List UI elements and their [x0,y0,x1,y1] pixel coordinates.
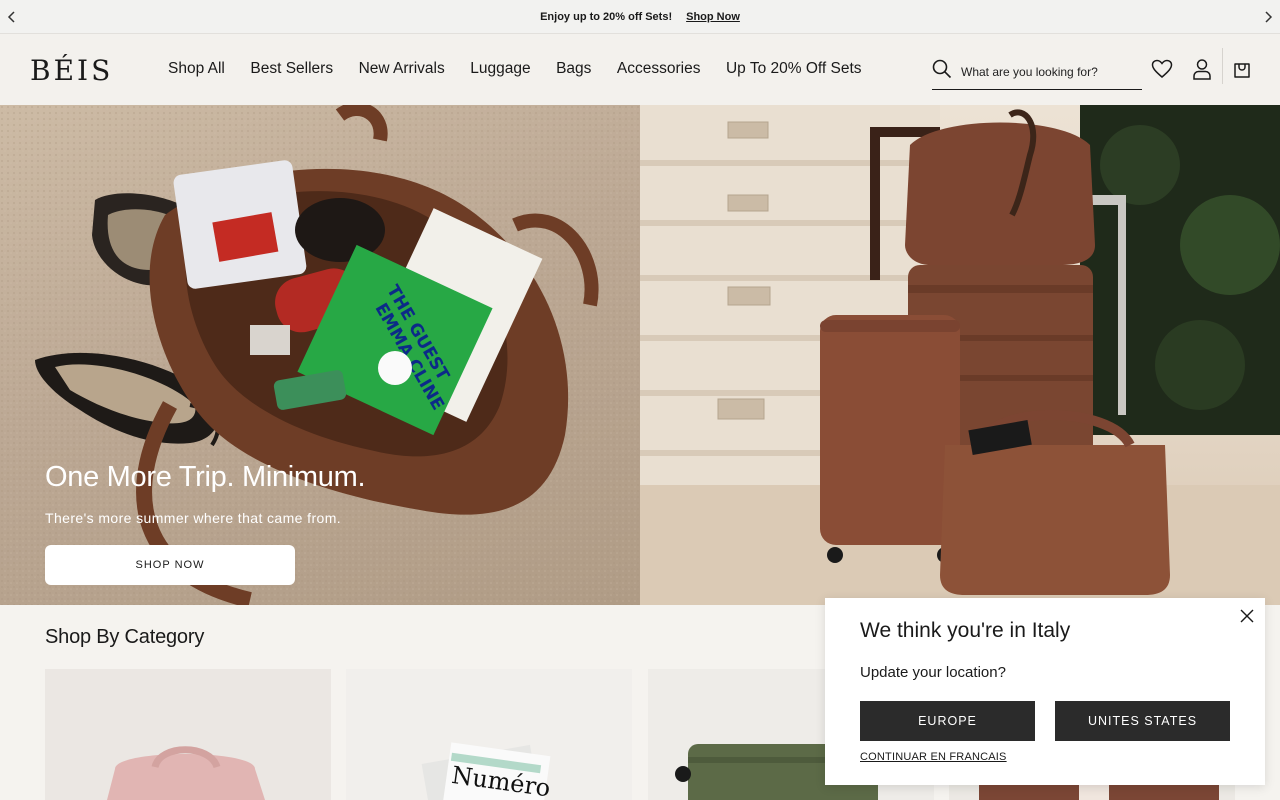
brand-logo[interactable]: BÉIS [30,54,113,87]
cart-icon[interactable] [1231,58,1253,80]
category-card-bags[interactable] [45,669,331,800]
europe-button[interactable]: EUROPE [860,701,1035,741]
hero-image-luggage-stairs [640,105,1280,605]
category-card-accessories[interactable]: Numéro [346,669,632,800]
heart-icon[interactable] [1151,58,1173,80]
hero-image-bag-contents: THE GUEST EMMA CLINE [0,105,640,605]
nav-best-sellers[interactable]: Best Sellers [250,60,333,78]
nav-bags[interactable]: Bags [556,60,591,78]
header-divider [1222,48,1223,84]
search-bar[interactable] [932,54,1142,90]
main-nav: Shop All Best Sellers New Arrivals Lugga… [168,60,887,78]
nav-shop-all[interactable]: Shop All [168,60,225,78]
hero-title: One More Trip. Minimum. [45,461,366,493]
chevron-left-icon[interactable] [4,9,20,25]
popup-subtitle: Update your location? [860,664,1006,681]
hero-subtitle: There's more summer where that came from… [45,510,342,526]
announcement-shop-now-link[interactable]: Shop Now [686,11,740,23]
hero-shop-now-button[interactable]: SHOP NOW [45,545,295,585]
nav-new-arrivals[interactable]: New Arrivals [359,60,445,78]
united-states-button[interactable]: UNITES STATES [1055,701,1230,741]
announcement-message: Enjoy up to 20% off Sets! [540,10,673,23]
account-icon[interactable] [1191,58,1213,80]
hero-banner: THE GUEST EMMA CLINE One More Trip. Mini… [0,105,1280,605]
nav-luggage[interactable]: Luggage [470,60,530,78]
language-link[interactable]: CONTINUAR EN FRANCAIS [860,751,1007,763]
close-icon[interactable] [1239,608,1255,624]
popup-title: We think you're in Italy [860,619,1071,642]
announcement-bar: Enjoy up to 20% off Sets! Shop Now [0,0,1280,34]
nav-sets-sale[interactable]: Up To 20% Off Sets [726,60,862,78]
nav-accessories[interactable]: Accessories [617,60,701,78]
location-popup: We think you're in Italy Update your loc… [825,598,1265,785]
category-section-title: Shop By Category [45,626,205,648]
search-icon[interactable] [932,59,952,84]
site-header: BÉIS Shop All Best Sellers New Arrivals … [0,34,1280,105]
search-input[interactable] [961,64,1131,79]
chevron-right-icon[interactable] [1260,9,1276,25]
